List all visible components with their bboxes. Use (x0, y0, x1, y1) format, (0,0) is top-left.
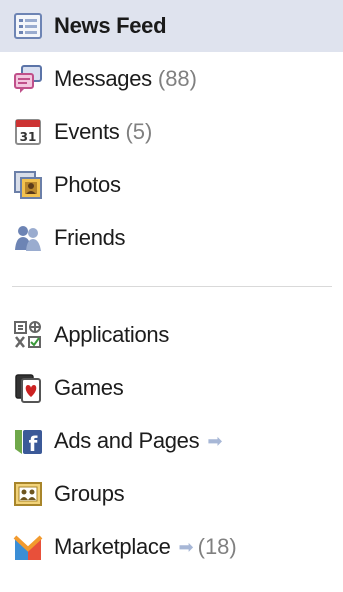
nav-item-games[interactable]: Games (0, 362, 343, 414)
nav-label-groups: Groups (54, 481, 125, 506)
marketplace-icon (13, 535, 43, 560)
groups-icon (14, 482, 42, 506)
calendar-icon: 31 (15, 119, 41, 145)
arrow-right-icon: ➡ (207, 430, 223, 451)
nav-label-messages: Messages (54, 66, 152, 91)
nav-label-marketplace: Marketplace (54, 534, 171, 559)
marketplace-count: (18) (197, 534, 237, 559)
nav-label-applications: Applications (54, 322, 170, 347)
applications-icon (14, 321, 41, 348)
news-feed-icon (14, 13, 42, 39)
nav-item-photos[interactable]: Photos (0, 159, 343, 211)
nav-label-ads-and-pages: Ads and Pages (54, 428, 200, 453)
nav-label-photos: Photos (54, 172, 121, 197)
messages-icon (14, 65, 42, 93)
nav-item-messages[interactable]: Messages (88) (0, 53, 343, 105)
nav-label-news-feed: News Feed (54, 13, 167, 38)
nav-item-groups[interactable]: Groups (0, 468, 343, 520)
messages-count: (88) (157, 66, 197, 91)
nav-item-ads-and-pages[interactable]: f Ads and Pages ➡ (0, 415, 343, 467)
nav-item-marketplace[interactable]: Marketplace ➡ (18) (0, 521, 343, 573)
arrow-right-icon: ➡ (178, 536, 194, 557)
nav-item-events[interactable]: 31 Events (5) (0, 106, 343, 158)
nav-item-friends[interactable]: Friends (0, 212, 343, 264)
nav-label-friends: Friends (54, 225, 126, 250)
left-sidebar-nav: News Feed Messages (88) 31 Events (5) Ph… (0, 0, 343, 592)
svg-text:f: f (29, 432, 38, 456)
nav-item-applications[interactable]: Applications (0, 309, 343, 361)
svg-text:31: 31 (20, 130, 37, 144)
nav-divider (12, 286, 332, 287)
facebook-icon: f (15, 430, 42, 456)
events-count: (5) (125, 119, 153, 144)
games-icon (15, 374, 41, 403)
photos-icon (14, 171, 42, 199)
friends-icon (15, 226, 41, 251)
nav-item-news-feed[interactable]: News Feed (0, 0, 343, 52)
nav-label-games: Games (54, 375, 124, 400)
nav-label-events: Events (54, 119, 120, 144)
